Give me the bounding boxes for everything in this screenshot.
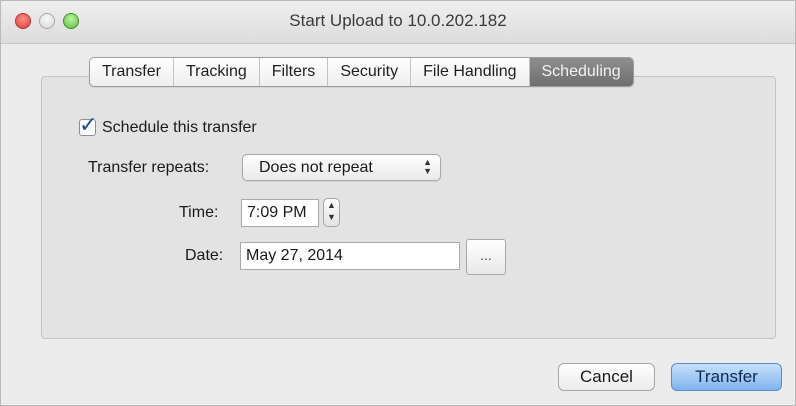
tab-bar: Transfer Tracking Filters Security File …: [89, 57, 634, 87]
tab-transfer[interactable]: Transfer: [90, 58, 174, 86]
window-title: Start Upload to 10.0.202.182: [289, 11, 507, 30]
time-field[interactable]: 7:09 PM: [241, 199, 319, 227]
date-field[interactable]: May 27, 2014: [240, 242, 460, 270]
checkmark-icon: ✓: [79, 112, 98, 137]
cancel-button[interactable]: Cancel: [558, 363, 655, 391]
tab-filters[interactable]: Filters: [260, 58, 329, 86]
date-picker-button[interactable]: ...: [466, 239, 506, 275]
title-bar[interactable]: Start Upload to 10.0.202.182: [1, 1, 795, 44]
time-label: Time:: [179, 204, 219, 221]
time-stepper[interactable]: ▲ ▼: [323, 198, 340, 227]
scheduling-panel: [41, 76, 776, 339]
stepper-arrows-icon: ▲ ▼: [327, 200, 336, 222]
tab-tracking[interactable]: Tracking: [174, 58, 260, 86]
tab-file-handling[interactable]: File Handling: [411, 58, 530, 86]
transfer-repeats-select[interactable]: Does not repeat ▲ ▼: [242, 154, 441, 181]
schedule-transfer-checkbox[interactable]: ✓: [79, 114, 97, 136]
tab-scheduling[interactable]: Scheduling: [529, 58, 633, 86]
tab-security[interactable]: Security: [328, 58, 412, 86]
schedule-transfer-label[interactable]: Schedule this transfer: [102, 119, 257, 137]
transfer-repeats-label: Transfer repeats:: [88, 159, 210, 176]
upload-dialog-window: Start Upload to 10.0.202.182 Transfer Tr…: [0, 0, 796, 406]
updown-arrows-icon: ▲ ▼: [423, 157, 432, 176]
transfer-button[interactable]: Transfer: [671, 363, 782, 391]
transfer-repeats-value: Does not repeat: [259, 159, 373, 176]
date-label: Date:: [185, 247, 224, 264]
